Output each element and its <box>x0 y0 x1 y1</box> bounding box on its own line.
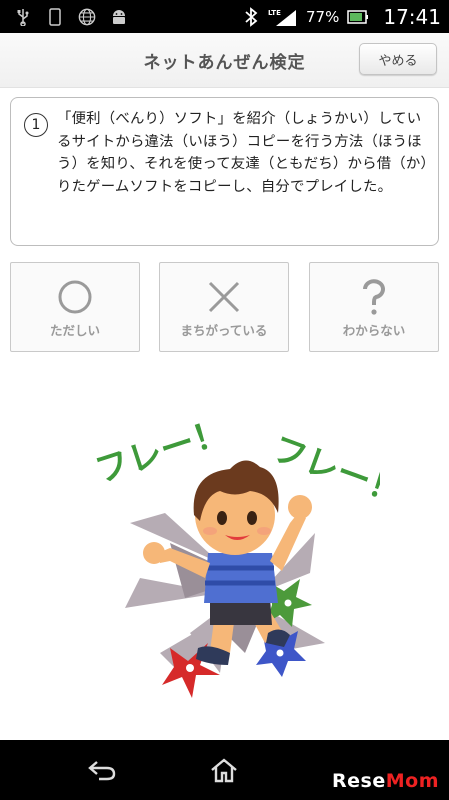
home-icon[interactable] <box>204 754 244 786</box>
question-number: 1 <box>24 113 48 137</box>
app-content: ネットあんぜん検定 やめる 1 「便利（べんり）ソフト」を紹介（しょうかい）して… <box>0 33 449 740</box>
bluetooth-icon <box>242 6 260 27</box>
cheering-boy-illustration: フレー！ フレー！ <box>90 411 380 698</box>
shirt <box>204 553 278 603</box>
android-icon <box>110 8 128 26</box>
globe-icon <box>78 8 96 26</box>
cheer-text-right: フレー！ <box>267 429 380 513</box>
battery-icon <box>347 8 369 26</box>
answer-unknown-button[interactable]: わからない <box>309 262 439 352</box>
question-card: 1 「便利（べんり）ソフト」を紹介（しょうかい）しているサイトから違法（いほう）… <box>10 97 439 246</box>
answer-label: まちがっている <box>180 323 268 338</box>
clock: 17:41 <box>383 4 441 29</box>
phone-icon <box>46 7 64 26</box>
lte-signal-icon: LTE <box>268 8 298 26</box>
cross-icon <box>160 277 288 317</box>
back-icon[interactable] <box>82 754 122 786</box>
question-mark-icon <box>310 277 438 317</box>
answer-label: ただしい <box>49 323 100 338</box>
answer-correct-button[interactable]: ただしい <box>10 262 140 352</box>
circle-icon <box>11 277 139 317</box>
question-text: 「便利（べんり）ソフト」を紹介（しょうかい）しているサイトから違法（いほう）コピ… <box>57 111 428 195</box>
status-bar: LTE 77% 17:41 <box>0 0 449 33</box>
quit-button[interactable]: やめる <box>359 43 437 75</box>
battery-percent: 77% <box>306 7 340 26</box>
nav-bar: ReseMom <box>0 740 449 800</box>
answer-label: わからない <box>342 323 406 338</box>
head <box>193 460 279 555</box>
answer-wrong-button[interactable]: まちがっている <box>159 262 289 352</box>
header: ネットあんぜん検定 やめる <box>0 33 449 88</box>
answer-row: ただしい まちがっている わからない <box>10 262 439 352</box>
usb-icon <box>14 8 32 26</box>
watermark: ReseMom <box>332 770 439 792</box>
svg-text:LTE: LTE <box>268 9 281 17</box>
